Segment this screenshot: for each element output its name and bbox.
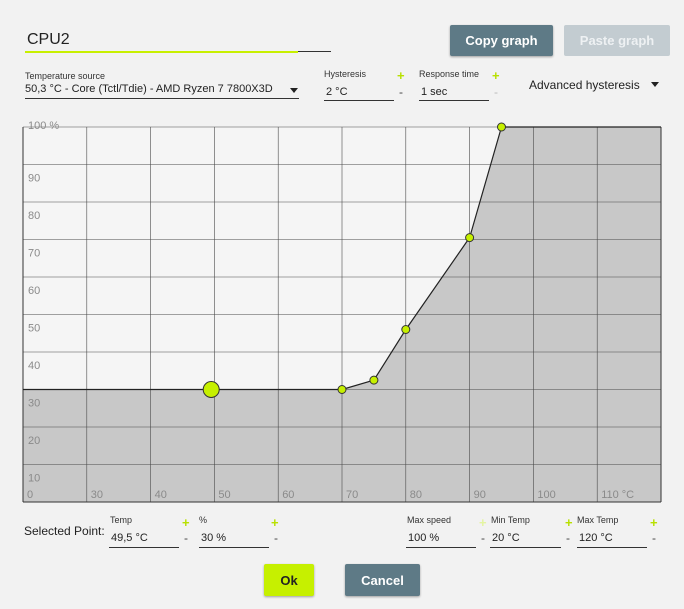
advanced-hysteresis-label: Advanced hysteresis: [529, 78, 640, 92]
fan-curve-svg[interactable]: 0 30 40 50 60 70 80 90 100 110 °C 10 20 30 40 50 60 70 80…: [22, 110, 662, 505]
curve-point-handle[interactable]: [369, 375, 379, 385]
x-tick-label: 50: [218, 489, 230, 501]
x-tick-label: 60: [282, 489, 294, 501]
max-temp-input[interactable]: 120 °C: [577, 530, 647, 548]
temp-input[interactable]: 49,5 °C: [109, 530, 179, 548]
y-tick-label: 100 %: [28, 120, 59, 132]
temp-increase-icon[interactable]: +: [182, 516, 190, 529]
y-tick-label: 50: [28, 323, 40, 335]
min-temp-value: 20 °C: [492, 532, 520, 544]
temperature-source-label: Temperature source: [25, 71, 106, 81]
advanced-hysteresis-dropdown[interactable]: Advanced hysteresis: [529, 78, 664, 94]
temp-label: Temp: [110, 515, 133, 525]
percent-value: 30 %: [201, 532, 227, 544]
percent-decrease-icon[interactable]: -: [274, 531, 278, 545]
y-tick-label: 90: [28, 173, 40, 185]
curve-point-handle[interactable]: [465, 233, 475, 243]
response-time-decrease-icon: -: [494, 85, 498, 99]
hysteresis-input[interactable]: 2 °C: [324, 84, 394, 101]
y-tick-label: 70: [28, 248, 40, 260]
temperature-source-select[interactable]: 50,3 °C - Core (Tctl/Tdie) - AMD Ryzen 7…: [25, 82, 299, 99]
x-tick-label: 90: [474, 489, 486, 501]
x-tick-label: 110 °C: [601, 489, 634, 501]
x-tick-label: 30: [91, 489, 103, 501]
y-tick-label: 20: [28, 435, 40, 447]
x-tick-label: 100: [537, 489, 555, 501]
chevron-down-icon: [290, 88, 298, 93]
hysteresis-label: Hysteresis: [324, 69, 367, 79]
chevron-down-icon: [651, 82, 659, 87]
y-tick-label: 30: [28, 398, 40, 410]
hysteresis-increase-icon[interactable]: +: [397, 69, 405, 82]
selected-curve-point-handle[interactable]: [202, 381, 220, 398]
min-temp-label: Min Temp: [491, 515, 530, 525]
ok-button[interactable]: Ok: [264, 564, 314, 596]
graph-name-accent-line: [25, 51, 298, 53]
max-speed-label: Max speed: [407, 515, 452, 525]
curve-point-handle[interactable]: [401, 325, 411, 334]
max-speed-value: 100 %: [408, 532, 440, 544]
cancel-button[interactable]: Cancel: [345, 564, 420, 596]
x-tick-label: 80: [410, 489, 422, 501]
max-speed-increase-icon: +: [479, 515, 487, 530]
temp-decrease-icon[interactable]: -: [184, 531, 188, 545]
hysteresis-decrease-icon[interactable]: -: [399, 85, 403, 99]
temperature-source-value: 50,3 °C - Core (Tctl/Tdie) - AMD Ryzen 7…: [25, 83, 273, 95]
graph-name-input[interactable]: [25, 26, 331, 52]
max-temp-value: 120 °C: [579, 532, 613, 544]
response-time-label: Response time: [419, 69, 480, 79]
max-temp-label: Max Temp: [577, 515, 619, 525]
min-temp-input[interactable]: 20 °C: [490, 530, 561, 548]
y-tick-label: 60: [28, 285, 40, 297]
curve-point-handle[interactable]: [337, 385, 347, 394]
response-time-value: 1 sec: [421, 86, 448, 98]
response-time-input[interactable]: 1 sec: [419, 84, 489, 101]
fan-curve-chart[interactable]: 0 30 40 50 60 70 80 90 100 110 °C 10 20 30 40 50 60 70 80…: [22, 110, 662, 505]
paste-graph-button: Paste graph: [564, 25, 670, 56]
x-tick-label: 0: [27, 489, 33, 501]
x-tick-label: 40: [155, 489, 167, 501]
percent-input[interactable]: 30 %: [199, 530, 269, 548]
y-tick-label: 80: [28, 210, 40, 222]
hysteresis-value: 2 °C: [326, 86, 348, 98]
max-temp-decrease-icon[interactable]: -: [652, 531, 656, 545]
max-temp-increase-icon[interactable]: +: [650, 516, 658, 529]
y-tick-label: 10: [28, 473, 40, 485]
copy-graph-button[interactable]: Copy graph: [450, 25, 553, 56]
curve-point-handle[interactable]: [497, 122, 506, 132]
y-tick-label: 40: [28, 360, 40, 372]
min-temp-increase-icon[interactable]: +: [565, 516, 573, 529]
selected-point-label: Selected Point:: [24, 524, 105, 538]
x-tick-label: 70: [346, 489, 358, 501]
min-temp-decrease-icon[interactable]: -: [566, 531, 570, 545]
max-speed-decrease-icon[interactable]: -: [481, 531, 485, 545]
temp-value: 49,5 °C: [111, 532, 148, 544]
response-time-increase-icon[interactable]: +: [492, 69, 500, 82]
percent-increase-icon[interactable]: +: [271, 516, 279, 529]
max-speed-input[interactable]: 100 %: [406, 530, 476, 548]
percent-label: %: [199, 515, 208, 525]
